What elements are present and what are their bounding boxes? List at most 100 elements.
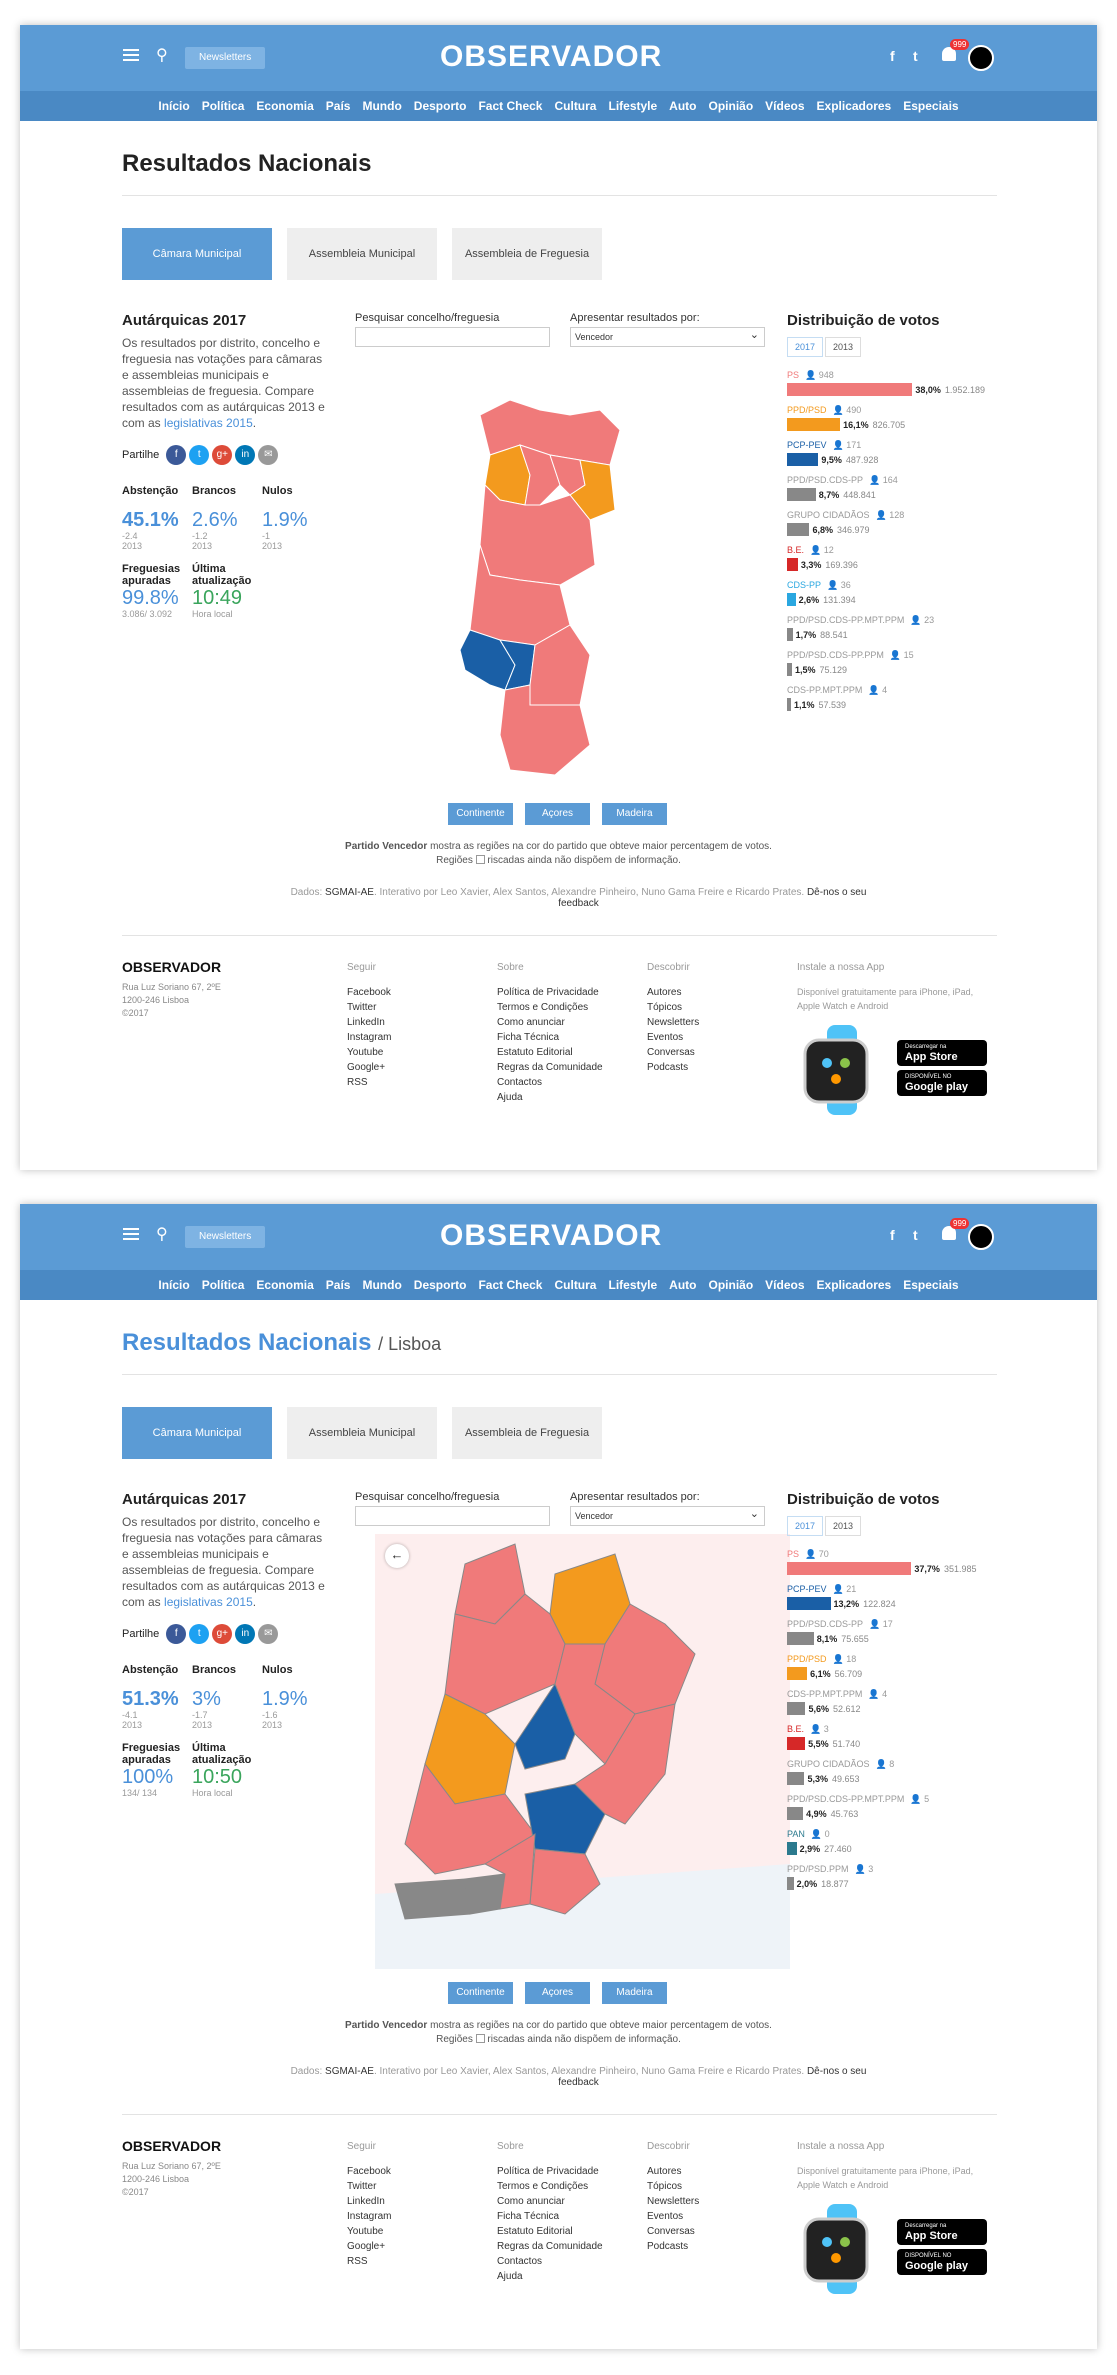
footer-link[interactable]: Newsletters [647,1015,699,1030]
footer-link[interactable]: Como anunciar [497,2194,603,2209]
footer-link[interactable]: Twitter [347,2179,391,2194]
tab-1[interactable]: Assembleia Municipal [287,228,437,280]
nav-item[interactable]: Cultura [554,1278,596,1292]
tab-0[interactable]: Câmara Municipal [122,1407,272,1459]
nav-item[interactable]: Auto [669,1278,696,1292]
linkedin-icon[interactable]: in [235,1624,256,1644]
nav-item[interactable]: Opinião [709,1278,754,1292]
source-link[interactable]: SGMAI-AE [325,2066,374,2077]
footer-link[interactable]: Contactos [497,1075,603,1090]
facebook-icon[interactable]: f [890,48,895,64]
twitter-icon[interactable]: t [189,1624,210,1644]
footer-link[interactable]: Conversas [647,2224,699,2239]
footer-link[interactable]: LinkedIn [347,1015,391,1030]
google-play-button[interactable]: DISPONÍVEL NO Google play [897,1070,987,1096]
footer-link[interactable]: Youtube [347,2224,391,2239]
legislativas-link[interactable]: legislativas 2015 [164,416,253,430]
results-select[interactable]: Vencedor [570,326,765,347]
nav-item[interactable]: Explicadores [817,1278,892,1292]
party-row[interactable]: PPD/PSD.PPM 👤 3 2,0% 18.877 [787,1863,997,1890]
facebook-icon[interactable]: f [166,1624,187,1644]
nav-item[interactable]: Vídeos [765,99,804,113]
footer-link[interactable]: Facebook [347,2164,391,2179]
newsletters-button[interactable]: Newsletters [185,47,266,69]
party-row[interactable]: PAN 👤 0 2,9% 27.460 [787,1828,997,1855]
footer-link[interactable]: Instagram [347,1030,391,1045]
tab-1[interactable]: Assembleia Municipal [287,1407,437,1459]
nav-item[interactable]: Início [158,99,189,113]
back-arrow-icon[interactable]: ← [385,1544,409,1568]
party-row[interactable]: CDS-PP.MPT.PPM 👤 4 5,6% 52.612 [787,1688,997,1715]
footer-link[interactable]: Regras da Comunidade [497,2239,603,2254]
nav-item[interactable]: Especiais [903,99,958,113]
nav-item[interactable]: Cultura [554,99,596,113]
footer-link[interactable]: Eventos [647,1030,699,1045]
source-link[interactable]: SGMAI-AE [325,887,374,898]
region-button-2[interactable]: Madeira [602,803,667,825]
party-row[interactable]: PS 👤 948 38,0% 1.952.189 [787,369,997,396]
nav-item[interactable]: Desporto [414,1278,467,1292]
legislativas-link[interactable]: legislativas 2015 [164,1595,253,1609]
party-row[interactable]: PPD/PSD.CDS-PP.MPT.PPM 👤 23 1,7% 88.541 [787,614,997,641]
footer-link[interactable]: Twitter [347,1000,391,1015]
footer-link[interactable]: Autores [647,2164,699,2179]
party-row[interactable]: PPD/PSD 👤 490 16,1% 826.705 [787,404,997,431]
region-button-1[interactable]: Açores [525,803,590,825]
twitter-icon[interactable]: t [189,445,210,465]
nav-item[interactable]: Vídeos [765,1278,804,1292]
menu-icon[interactable] [123,1228,139,1240]
email-icon[interactable]: ✉ [258,1624,279,1644]
footer-link[interactable]: Ajuda [497,2269,603,2284]
party-row[interactable]: GRUPO CIDADÃOS 👤 128 6,8% 346.979 [787,509,997,536]
footer-link[interactable]: Autores [647,985,699,1000]
site-logo[interactable]: OBSERVADOR [440,1219,662,1253]
footer-link[interactable]: Política de Privacidade [497,985,603,1000]
avatar[interactable] [968,45,994,71]
footer-link[interactable]: Podcasts [647,2239,699,2254]
footer-link[interactable]: Conversas [647,1045,699,1060]
footer-link[interactable]: Tópicos [647,2179,699,2194]
nav-item[interactable]: Economia [256,99,313,113]
footer-logo[interactable]: OBSERVADOR [122,960,221,975]
footer-link[interactable]: Estatuto Editorial [497,2224,603,2239]
nav-item[interactable]: Auto [669,99,696,113]
footer-link[interactable]: Estatuto Editorial [497,1045,603,1060]
region-button-1[interactable]: Açores [525,1982,590,2004]
party-row[interactable]: PPD/PSD.CDS-PP 👤 164 8,7% 448.841 [787,474,997,501]
linkedin-icon[interactable]: in [235,445,256,465]
footer-link[interactable]: RSS [347,1075,391,1090]
email-icon[interactable]: ✉ [258,445,279,465]
nav-item[interactable]: Lifestyle [608,1278,657,1292]
party-row[interactable]: PS 👤 70 37,7% 351.985 [787,1548,997,1575]
nav-item[interactable]: País [326,99,351,113]
footer-logo[interactable]: OBSERVADOR [122,2139,221,2154]
footer-link[interactable]: Regras da Comunidade [497,1060,603,1075]
nav-item[interactable]: Mundo [362,99,401,113]
footer-link[interactable]: Instagram [347,2209,391,2224]
footer-link[interactable]: Ajuda [497,1090,603,1105]
party-row[interactable]: CDS-PP.MPT.PPM 👤 4 1,1% 57.539 [787,684,997,711]
party-row[interactable]: PPD/PSD 👤 18 6,1% 56.709 [787,1653,997,1680]
nav-item[interactable]: Mundo [362,1278,401,1292]
search-icon[interactable]: ⚲ [156,45,168,65]
region-button-2[interactable]: Madeira [602,1982,667,2004]
twitter-icon[interactable]: t [913,1227,918,1243]
footer-link[interactable]: Eventos [647,2209,699,2224]
google-play-button[interactable]: DISPONÍVEL NO Google play [897,2249,987,2275]
footer-link[interactable]: Termos e Condições [497,2179,603,2194]
nav-item[interactable]: Política [202,99,245,113]
footer-link[interactable]: Facebook [347,985,391,1000]
party-row[interactable]: GRUPO CIDADÃOS 👤 8 5,3% 49.653 [787,1758,997,1785]
nav-item[interactable]: Economia [256,1278,313,1292]
twitter-icon[interactable]: t [913,48,918,64]
party-row[interactable]: PCP-PEV 👤 171 9,5% 487.928 [787,439,997,466]
googleplus-icon[interactable]: g+ [212,1624,233,1644]
footer-link[interactable]: Podcasts [647,1060,699,1075]
year-tab-2013[interactable]: 2013 [825,337,862,357]
facebook-icon[interactable]: f [166,445,187,465]
search-icon[interactable]: ⚲ [156,1224,168,1244]
region-button-0[interactable]: Continente [448,803,513,825]
facebook-icon[interactable]: f [890,1227,895,1243]
footer-link[interactable]: Google+ [347,2239,391,2254]
search-input[interactable] [355,1506,550,1526]
